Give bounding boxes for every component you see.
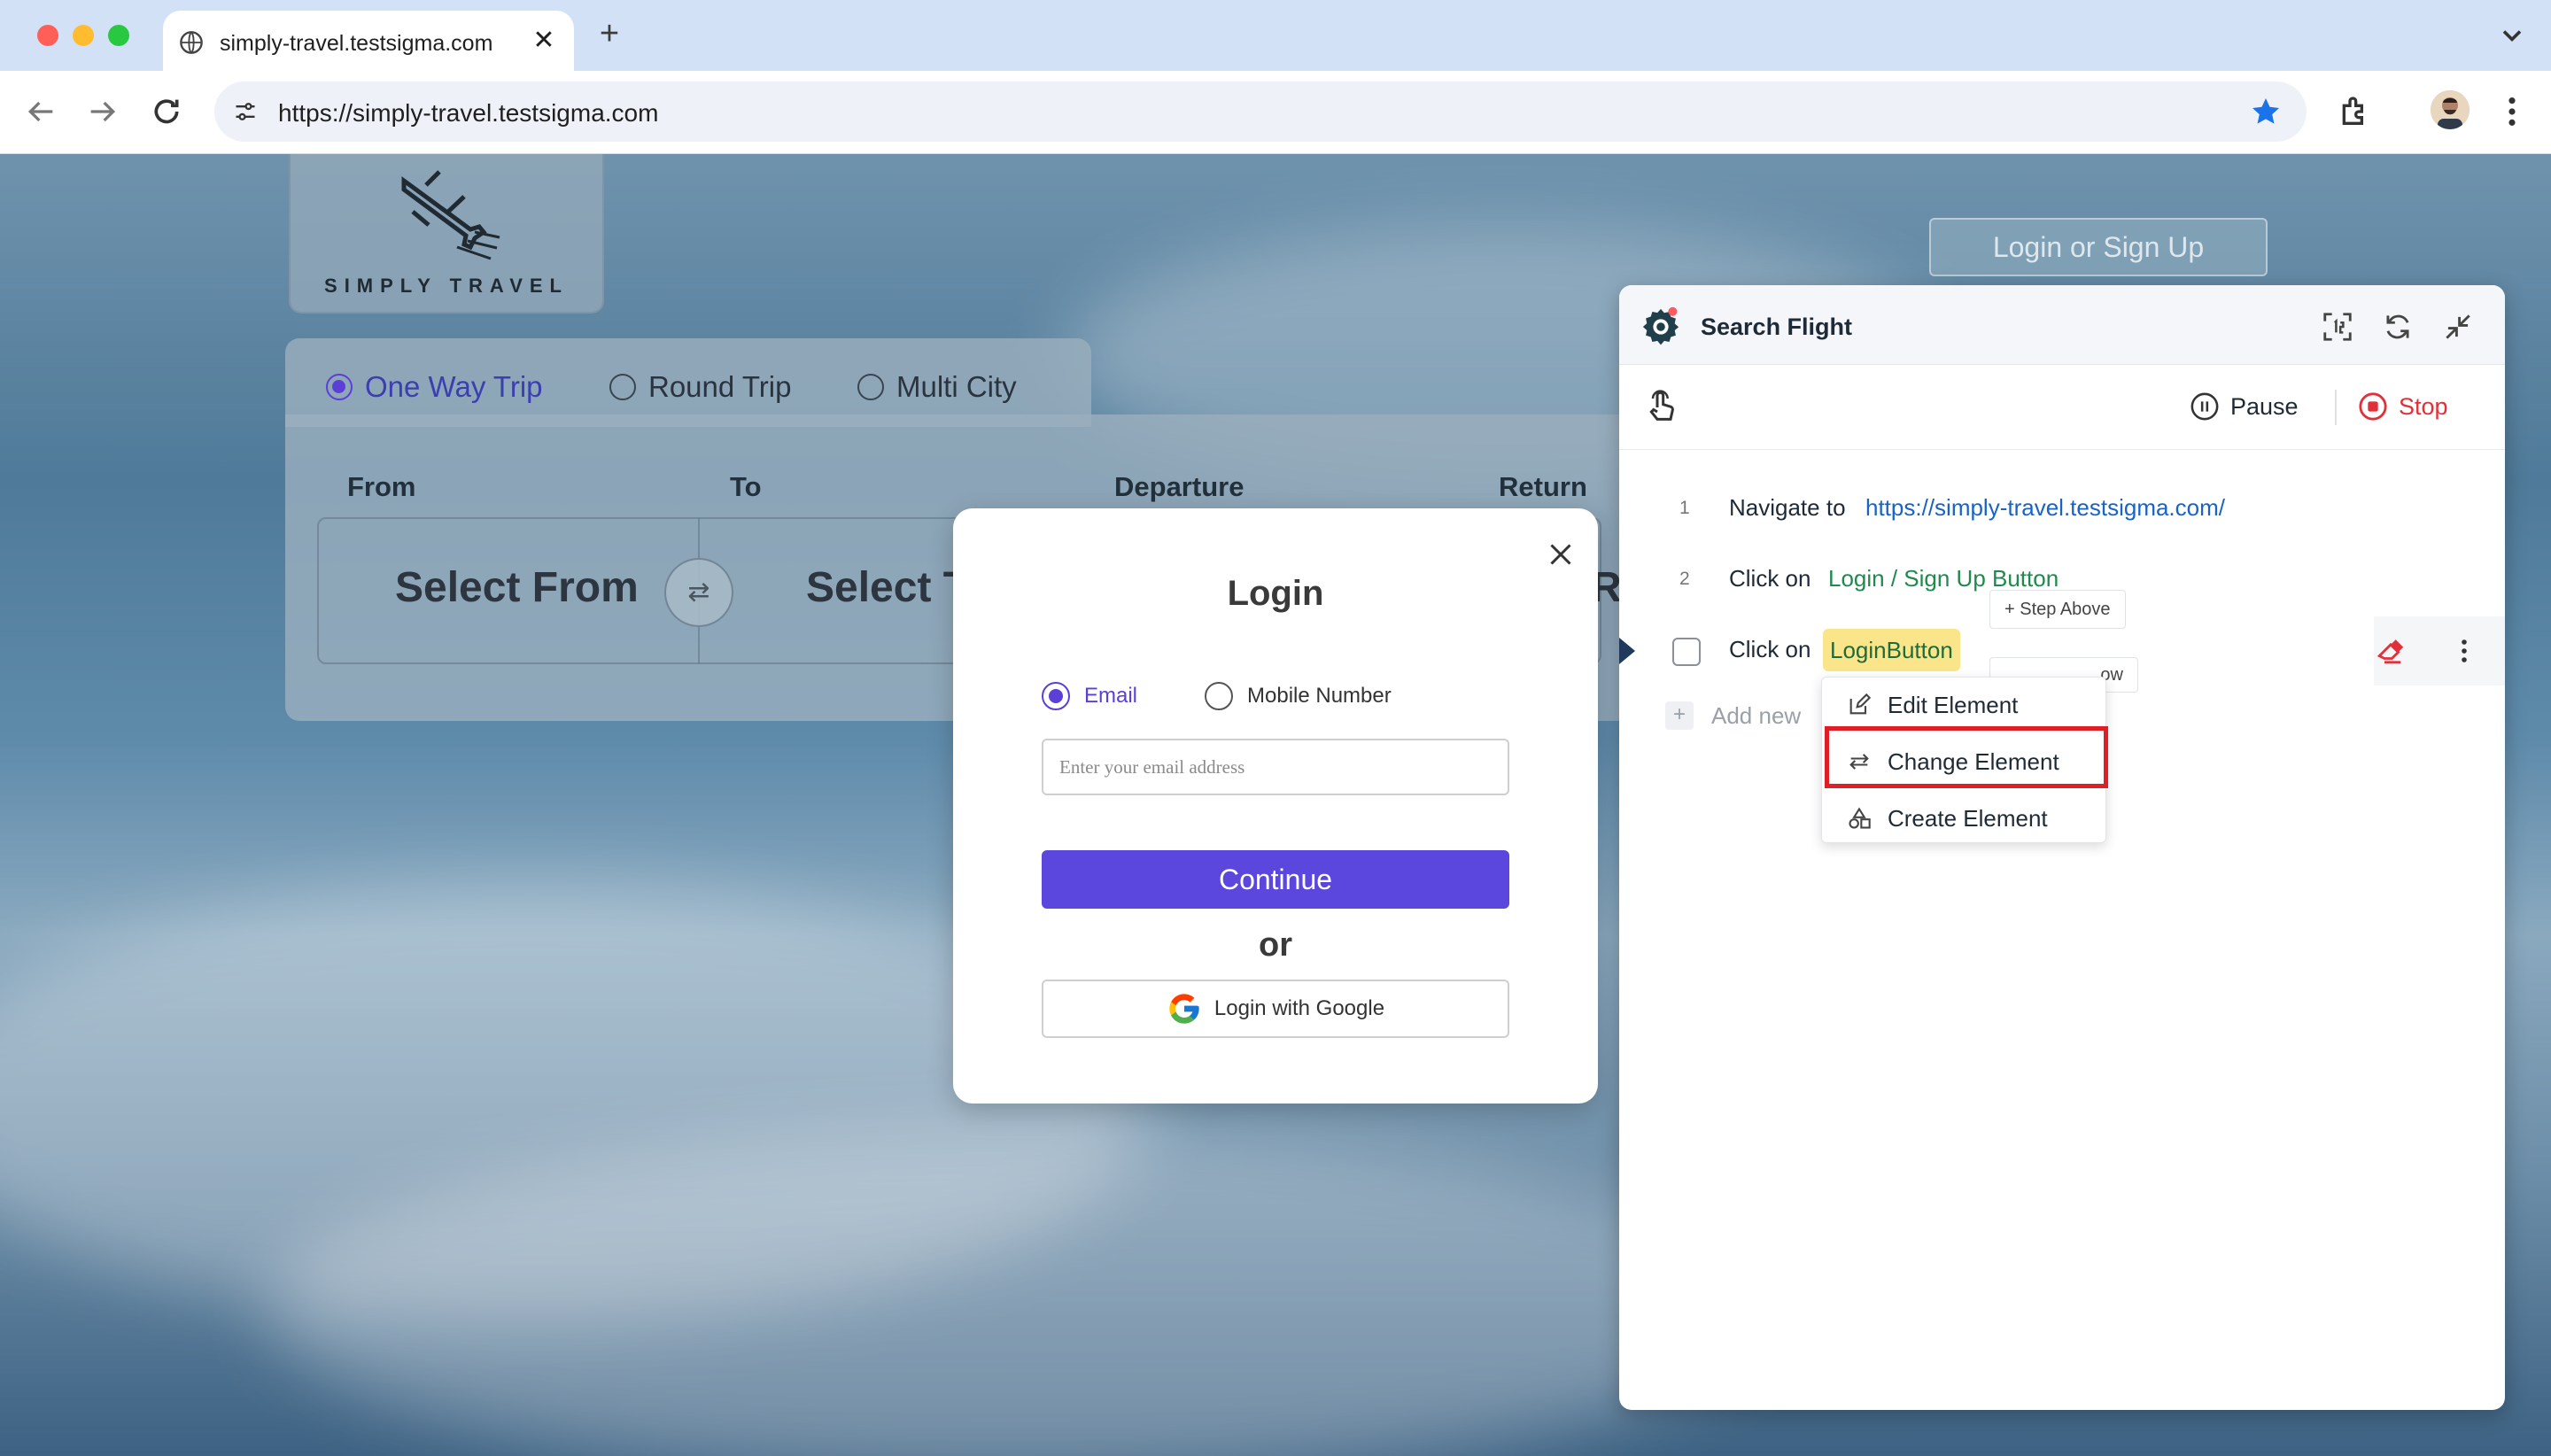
menu-item-label: Create Element [1888,804,2048,832]
radio-icon [857,374,884,400]
step-above-button[interactable]: + Step Above [1989,590,2126,629]
plus-icon[interactable]: + [593,16,625,51]
minimize-icon[interactable] [2441,310,2475,344]
browser-titlebar: simply-travel.testsigma.com ✕ + [0,0,2551,71]
google-button-label: Login with Google [1213,996,1385,1020]
step-action: Navigate to [1729,494,1846,521]
airplane-icon [401,170,500,260]
browser-tab[interactable]: simply-travel.testsigma.com ✕ [163,11,574,71]
globe-icon [180,31,203,54]
continue-button[interactable]: Continue [1042,850,1509,909]
panel-toolbar: Pause Stop [1619,365,2505,450]
email-input[interactable] [1042,739,1509,795]
mobile-number-option[interactable]: Mobile Number [1205,682,1392,710]
step-row-3[interactable]: Click on LoginButton + Step Above ow [1619,590,2505,693]
plus-icon: + [2004,600,2015,619]
trip-option-one-way[interactable]: One Way Trip [326,370,543,404]
edit-icon [1849,693,1872,715]
shapes-icon [1849,807,1871,829]
step-row-1[interactable]: 1 Navigate to https://simply-travel.test… [1619,475,2505,544]
avatar[interactable] [2431,90,2470,129]
element-chip[interactable]: LoginButton [1823,629,1960,671]
reload-icon[interactable] [149,94,184,129]
email-option-label: Email [1084,684,1138,708]
google-icon [1169,994,1199,1024]
select-to-field[interactable]: Select T [806,563,969,612]
step-action: Click on [1729,565,1811,592]
chevron-down-icon[interactable] [2496,19,2528,51]
step-action: Click on [1729,636,1811,662]
trip-option-label: One Way Trip [365,370,543,403]
add-new-step[interactable]: + Add new [1665,701,1801,730]
pause-icon [2190,392,2219,421]
or-separator: or [1259,926,1292,964]
radio-icon [1205,682,1233,710]
login-signup-button[interactable]: Login or Sign Up [1929,218,2268,276]
step-url-link[interactable]: https://simply-travel.testsigma.com/ [1865,494,2225,522]
login-with-google-button[interactable]: Login with Google [1042,980,1509,1038]
stop-label: Stop [2399,392,2448,420]
step-number: 1 [1679,498,1690,518]
pause-button[interactable]: Pause [2190,391,2299,422]
star-icon[interactable] [2250,96,2282,128]
logo-text: SIMPLY TRAVEL [324,275,569,297]
swap-icon[interactable]: ⇄ [664,558,733,627]
site-settings-icon[interactable] [232,99,259,124]
mobile-option-label: Mobile Number [1247,684,1392,708]
plus-icon: + [1665,701,1694,730]
add-new-label: Add new [1711,701,1802,729]
close-icon[interactable] [1545,538,1577,570]
screenshot-icon[interactable] [2321,310,2354,344]
modal-title: Login [1227,574,1324,613]
radio-selected-icon [326,374,353,400]
radio-icon [609,374,636,400]
email-option[interactable]: Email [1042,682,1137,710]
trip-option-round-trip[interactable]: Round Trip [609,370,791,404]
trip-option-label: Multi City [896,370,1017,403]
minimize-window-button[interactable] [73,25,94,46]
step-above-label: Step Above [2020,600,2111,619]
trip-option-label: Round Trip [648,370,792,403]
maximize-window-button[interactable] [108,25,129,46]
trip-option-multi-city[interactable]: Multi City [857,370,1017,404]
pause-label: Pause [2230,392,2299,420]
extensions-icon[interactable] [2337,94,2372,129]
menu-item-edit-element[interactable]: Edit Element [1822,678,2105,732]
to-label: To [730,471,762,502]
radio-selected-icon [1042,682,1070,710]
address-bar[interactable]: https://simply-travel.testsigma.com [214,81,2307,142]
forward-icon[interactable] [85,94,120,129]
caret-right-icon [1619,638,1635,664]
from-label: From [347,471,416,502]
close-icon[interactable]: ✕ [530,27,558,55]
testsigma-logo-icon [1642,306,1679,345]
kebab-icon[interactable] [2454,634,2475,668]
recorder-panel: Search Flight Pause Stop 1 Navigate to h… [1619,285,2505,1410]
sync-icon[interactable] [2381,310,2415,344]
highlight-box [1825,726,2108,788]
select-from-field[interactable]: Select From [395,563,639,612]
step-checkbox[interactable] [1672,638,1701,666]
touch-icon[interactable] [1644,388,1679,427]
tab-title: simply-travel.testsigma.com [220,31,493,56]
step-number: 2 [1679,569,1690,589]
panel-title: Search Flight [1701,314,1853,340]
close-window-button[interactable] [37,25,58,46]
departure-label: Departure [1114,471,1244,502]
kebab-icon[interactable] [2496,92,2528,131]
menu-item-label: Edit Element [1888,691,2019,718]
browser-toolbar: https://simply-travel.testsigma.com [0,71,2551,154]
return-label: Return [1499,471,1587,502]
toolbar-separator [2335,390,2337,425]
menu-item-create-element[interactable]: Create Element [1822,791,2105,846]
step-element-link[interactable]: Login / Sign Up Button [1828,565,2059,592]
stop-button[interactable]: Stop [2358,391,2448,422]
back-icon[interactable] [23,94,58,129]
panel-header: Search Flight [1619,285,2505,365]
site-logo[interactable]: SIMPLY TRAVEL [289,154,604,314]
eraser-icon[interactable] [2376,636,2406,666]
stop-icon [2359,392,2387,421]
login-modal: Login Email Mobile Number Continue or Lo… [953,508,1598,1104]
url-text: https://simply-travel.testsigma.com [278,99,659,127]
